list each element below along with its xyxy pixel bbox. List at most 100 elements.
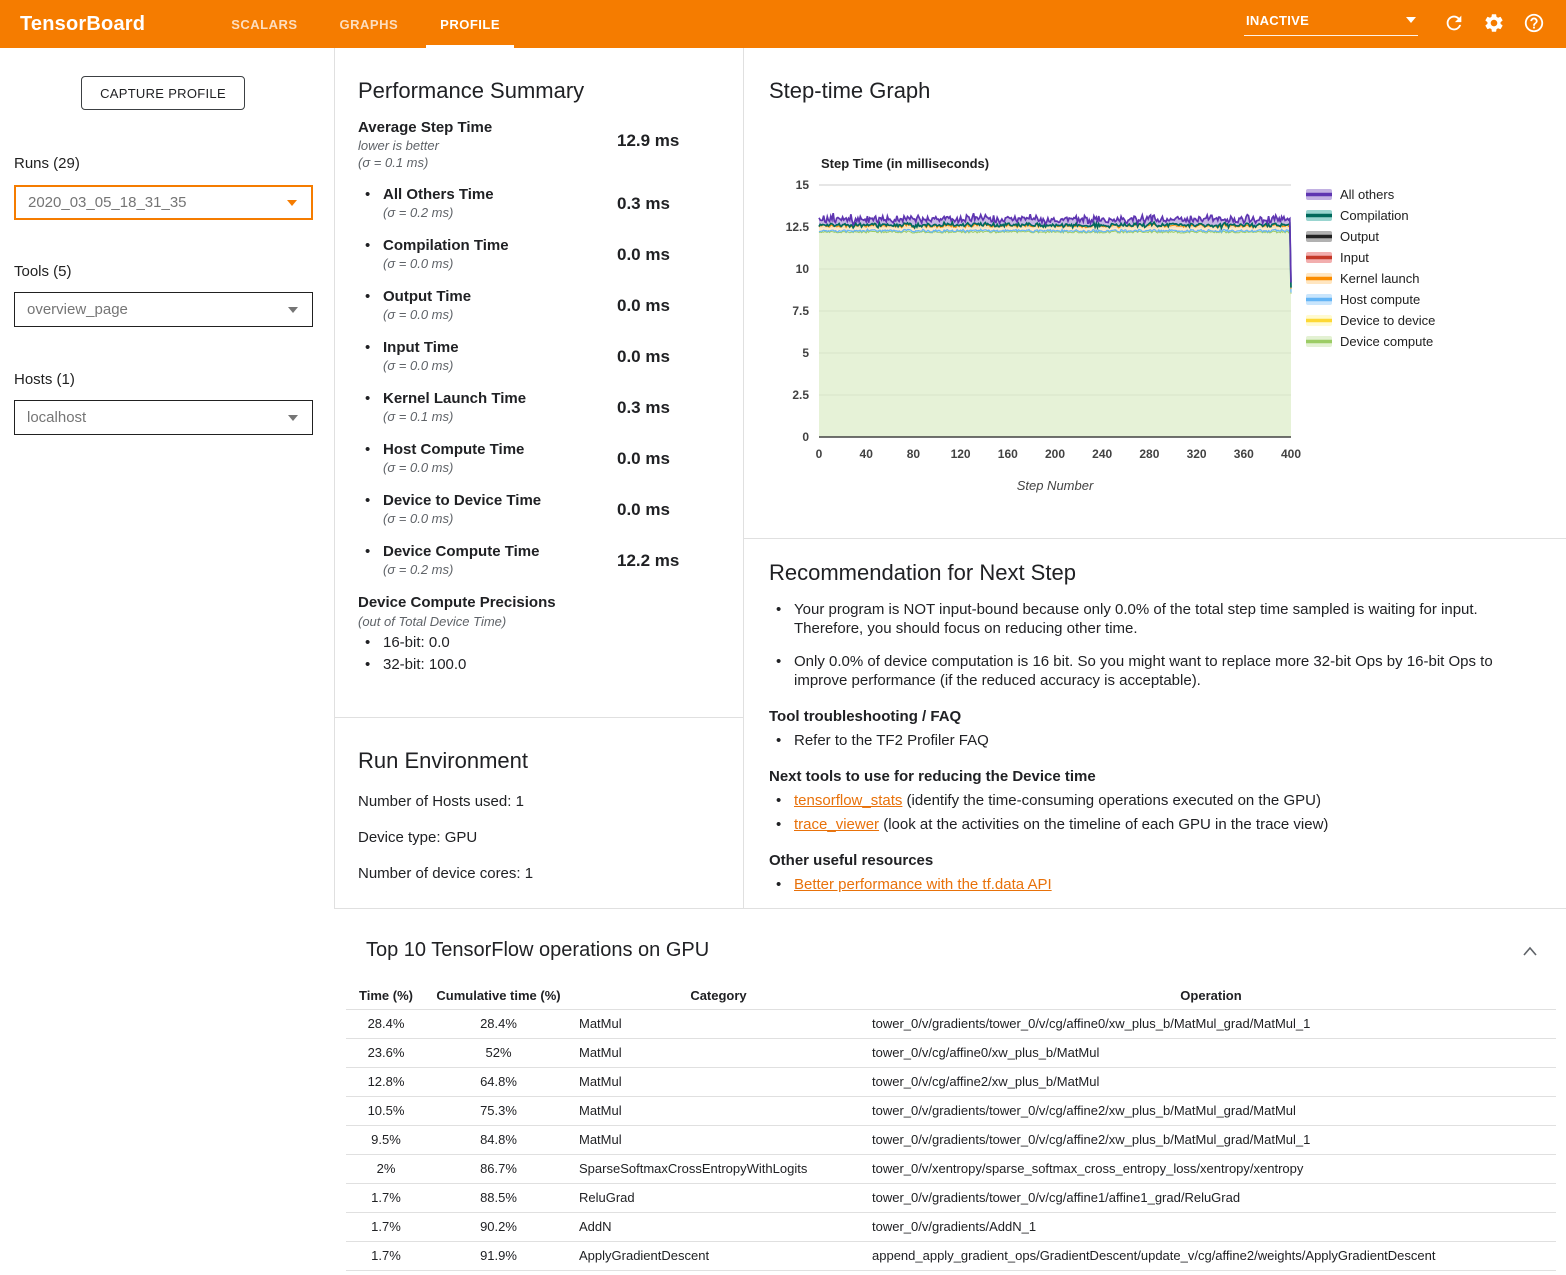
faq-items: • Refer to the TF2 Profiler FAQ: [769, 731, 1559, 750]
table-cell: 90.2%: [426, 1212, 571, 1241]
resource-link[interactable]: Better performance with the tf.data API: [794, 875, 1052, 894]
legend-swatch: [1306, 273, 1332, 284]
table-cell: tower_0/v/gradients/tower_0/v/cg/affine1…: [866, 1183, 1556, 1212]
x-tick-label: 360: [1234, 447, 1254, 461]
table-row: 12.8%64.8%MatMultower_0/v/cg/affine2/xw_…: [346, 1067, 1556, 1096]
chevron-up-icon: [1522, 946, 1538, 957]
navbar-actions: INACTIVE: [1244, 0, 1554, 48]
step-time-chart[interactable]: 02.557.51012.515040801201602002402803203…: [744, 48, 1566, 548]
next-tool-desc: (look at the activities on the timeline …: [879, 816, 1328, 833]
perf-item-text: Kernel Launch Time(σ = 0.1 ms): [383, 390, 617, 424]
tab-profile[interactable]: PROFILE: [424, 0, 516, 48]
refresh-button[interactable]: [1442, 12, 1466, 36]
average-step-time-label: Average Step Time: [358, 119, 617, 136]
refresh-icon: [1443, 12, 1465, 34]
precisions-list: •16-bit: 0.0•32-bit: 100.0: [358, 634, 703, 673]
table-cell: MatMul: [571, 1067, 866, 1096]
run-status-dropdown[interactable]: INACTIVE: [1244, 13, 1418, 36]
precision-item-text: 32-bit: 100.0: [383, 656, 466, 673]
bullet: •: [365, 339, 374, 356]
help-button[interactable]: [1522, 12, 1546, 36]
next-tool-desc: (identify the time-consuming operations …: [902, 792, 1321, 809]
perf-item-sigma: (σ = 0.0 ms): [383, 511, 617, 526]
recommendation-section: Recommendation for Next Step •Your progr…: [769, 560, 1559, 899]
next-tools-items: •tensorflow_stats (identify the time-con…: [769, 791, 1559, 834]
table-cell: tower_0/v/cg/affine0/xw_plus_b/MatMul: [866, 1038, 1556, 1067]
table-cell: 9.5%: [346, 1125, 426, 1154]
perf-item-sigma: (σ = 0.2 ms): [383, 205, 617, 220]
table-cell: ReluGrad: [571, 1183, 866, 1212]
faq-item-text: Refer to the TF2 Profiler FAQ: [794, 731, 989, 750]
bullet: •: [776, 731, 785, 750]
capture-profile-button[interactable]: CAPTURE PROFILE: [81, 76, 245, 110]
table-cell: 84.8%: [426, 1125, 571, 1154]
x-tick-label: 280: [1139, 447, 1159, 461]
tools-select[interactable]: overview_page: [14, 292, 313, 327]
hosts-label: Hosts (1): [14, 371, 75, 388]
x-tick-label: 40: [860, 447, 874, 461]
perf-item-value: 0.3 ms: [617, 194, 703, 214]
tab-scalars[interactable]: SCALARS: [215, 0, 313, 48]
perf-item-sigma: (σ = 0.0 ms): [383, 307, 617, 322]
help-icon: [1523, 12, 1545, 34]
sidebar: CAPTURE PROFILE Runs (29) 2020_03_05_18_…: [0, 48, 334, 1275]
table-cell: 75.3%: [426, 1096, 571, 1125]
table-header-cell: Time (%): [346, 982, 426, 1009]
chevron-down-icon: [1406, 17, 1416, 23]
settings-button[interactable]: [1482, 12, 1506, 36]
tools-label: Tools (5): [14, 263, 72, 280]
average-step-time-note: lower is better: [358, 138, 617, 153]
table-header-cell: Category: [571, 982, 866, 1009]
tool-link-trace_viewer[interactable]: trace_viewer: [794, 816, 879, 833]
table-cell: MatMul: [571, 1096, 866, 1125]
hosts-select[interactable]: localhost: [14, 400, 313, 435]
perf-item-value: 0.3 ms: [617, 398, 703, 418]
bullet: •: [365, 288, 374, 305]
recommendation-text: Only 0.0% of device computation is 16 bi…: [794, 652, 1536, 690]
run-env-line: Number of Hosts used: 1: [358, 793, 719, 810]
tool-link-tensorflow_stats[interactable]: tensorflow_stats: [794, 792, 902, 809]
table-cell: 52%: [426, 1038, 571, 1067]
runs-select[interactable]: 2020_03_05_18_31_35: [14, 185, 313, 220]
recommendation-title: Recommendation for Next Step: [769, 560, 1559, 586]
table-cell: AddN: [571, 1212, 866, 1241]
x-tick-label: 240: [1092, 447, 1112, 461]
table-cell: MatMul: [571, 1038, 866, 1067]
perf-item: •All Others Time(σ = 0.2 ms)0.3 ms: [358, 186, 703, 220]
table-cell: 23.6%: [346, 1038, 426, 1067]
bullet: •: [365, 492, 374, 509]
collapse-section-button[interactable]: [1522, 945, 1538, 960]
tab-graphs[interactable]: GRAPHS: [324, 0, 415, 48]
table-cell: MatMul: [571, 1125, 866, 1154]
perf-item-text: Input Time(σ = 0.0 ms): [383, 339, 617, 373]
perf-item-text: Host Compute Time(σ = 0.0 ms): [383, 441, 617, 475]
faq-item: • Refer to the TF2 Profiler FAQ: [769, 731, 1559, 750]
bullet: •: [365, 390, 374, 407]
top-app-bar: TensorBoard SCALARSGRAPHSPROFILE INACTIV…: [0, 0, 1566, 48]
y-tick-label: 5: [802, 346, 809, 360]
next-tool-item: •tensorflow_stats (identify the time-con…: [769, 791, 1559, 810]
perf-item-value: 0.0 ms: [617, 245, 703, 265]
perf-item: •Input Time(σ = 0.0 ms)0.0 ms: [358, 339, 703, 373]
table-row: 9.5%84.8%MatMultower_0/v/gradients/tower…: [346, 1125, 1556, 1154]
step-time-chart-plot[interactable]: [819, 185, 1291, 437]
perf-items: •All Others Time(σ = 0.2 ms)0.3 ms•Compi…: [358, 186, 703, 577]
perf-item-text: Device Compute Time(σ = 0.2 ms): [383, 543, 617, 577]
table-cell: 12.8%: [346, 1067, 426, 1096]
gear-icon: [1483, 12, 1505, 34]
perf-item-label: Device Compute Time: [383, 543, 617, 560]
legend-label: Input: [1340, 250, 1369, 265]
perf-item-value: 0.0 ms: [617, 449, 703, 469]
y-tick-label: 2.5: [792, 388, 809, 402]
next-tools-title: Next tools to use for reducing the Devic…: [769, 768, 1559, 785]
table-cell: append_apply_gradient_ops/GradientDescen…: [866, 1241, 1556, 1270]
performance-summary-section: Performance Summary Average Step Time lo…: [334, 48, 743, 717]
legend-label: Host compute: [1340, 292, 1420, 307]
bullet: •: [776, 875, 785, 894]
legend-swatch: [1306, 294, 1332, 305]
chevron-down-icon: [288, 307, 298, 313]
table-cell: 64.8%: [426, 1067, 571, 1096]
table-cell: 91.9%: [426, 1241, 571, 1270]
y-tick-label: 7.5: [792, 304, 809, 318]
x-tick-label: 0: [816, 447, 823, 461]
